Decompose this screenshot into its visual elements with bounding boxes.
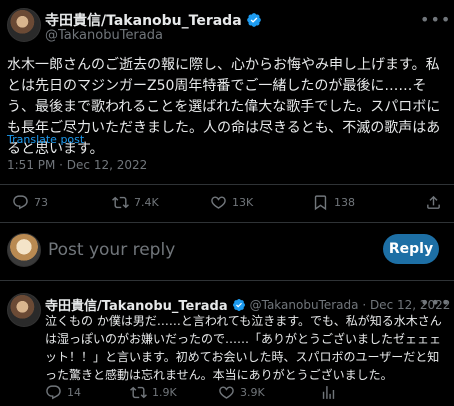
reply-repost-count: 1.9K — [152, 386, 177, 399]
repost-icon — [130, 386, 147, 399]
share-icon — [427, 195, 440, 209]
bookmark-icon — [314, 195, 327, 211]
verified-badge-icon — [232, 298, 245, 311]
reply-button[interactable]: Reply — [383, 234, 439, 264]
repost-action[interactable]: 7.4K — [112, 194, 159, 211]
like-count: 13K — [232, 196, 254, 209]
reply-icon — [46, 385, 61, 400]
reply-text: 泣くもの か僕は男だ……と言われても泣きます。でも、私が知る水木さんは湿っぽいの… — [45, 314, 442, 382]
current-user-avatar[interactable] — [7, 233, 41, 267]
reply-reply-count: 14 — [67, 386, 81, 399]
verified-badge-icon — [246, 13, 261, 27]
reply-icon — [13, 195, 28, 210]
divider — [0, 280, 454, 281]
reply-repost-action[interactable]: 1.9K — [130, 384, 177, 401]
repost-count: 7.4K — [134, 196, 159, 209]
author-name-row: 寺田貴信/Takanobu_Terada — [45, 10, 262, 30]
divider — [0, 184, 454, 185]
author-name[interactable]: 寺田貴信/Takanobu_Terada — [45, 10, 242, 30]
reply-views-action[interactable] — [320, 384, 342, 401]
author-avatar[interactable] — [7, 8, 41, 42]
reply-count: 73 — [34, 196, 48, 209]
author-handle[interactable]: @TakanobuTerada — [45, 28, 163, 43]
heart-icon — [211, 196, 226, 209]
reply-input[interactable]: Post your reply — [48, 240, 175, 260]
tweet-timestamp[interactable]: 1:51 PM · Dec 12, 2022 — [7, 158, 147, 172]
reply-action[interactable]: 73 — [12, 194, 48, 211]
reply-author-avatar[interactable] — [7, 293, 41, 327]
reply-like-action[interactable]: 3.9K — [218, 384, 265, 401]
share-action[interactable] — [425, 194, 442, 211]
reply-like-count: 3.9K — [240, 386, 265, 399]
heart-icon — [219, 386, 234, 399]
more-options-icon[interactable]: ••• — [420, 10, 451, 29]
bookmark-action[interactable]: 138 — [312, 194, 355, 211]
reply-reply-action[interactable]: 14 — [45, 384, 81, 401]
translate-post-link[interactable]: Translate post — [7, 133, 84, 146]
bookmark-count: 138 — [334, 196, 355, 209]
more-options-icon[interactable]: ••• — [420, 293, 451, 312]
views-icon — [322, 386, 335, 399]
repost-icon — [112, 196, 129, 209]
divider — [0, 222, 454, 223]
like-action[interactable]: 13K — [210, 194, 253, 211]
